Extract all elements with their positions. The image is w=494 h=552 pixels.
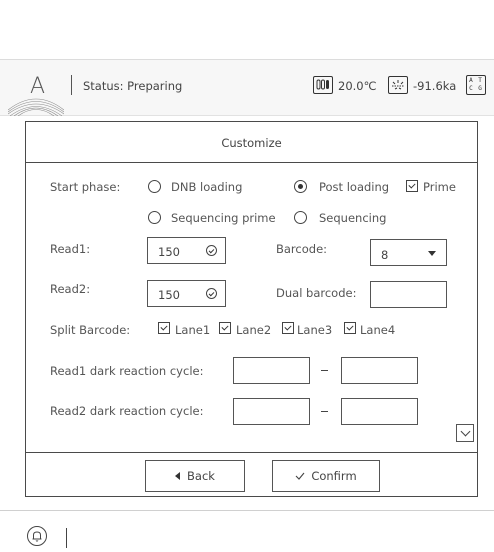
start-phase-label: Start phase: <box>50 180 121 194</box>
radio-sequencing-prime[interactable] <box>148 211 161 224</box>
barcode-value: 8 <box>381 248 389 262</box>
panel-title: Customize <box>221 136 282 150</box>
panel-footer-divider <box>26 452 477 453</box>
radio-sequencing-prime-label: Sequencing prime <box>171 211 276 225</box>
split-barcode-label: Split Barcode: <box>50 323 131 337</box>
radio-dnb-loading-label: DNB loading <box>171 180 243 194</box>
check-circle-icon <box>206 288 217 299</box>
barcode-label: Barcode: <box>276 242 328 256</box>
bottom-bar <box>0 510 494 552</box>
confirm-button[interactable]: Confirm <box>272 460 380 492</box>
read1-dark-label: Read1 dark reaction cycle: <box>50 364 204 378</box>
lane2-checkbox[interactable] <box>219 322 231 334</box>
read1-value: 150 <box>158 245 180 259</box>
lane4-checkbox[interactable] <box>344 322 356 334</box>
back-button-label: Back <box>187 469 215 483</box>
temperature-value: 20.0℃ <box>338 79 377 93</box>
range-dash <box>321 370 328 371</box>
read2-dark-label: Read2 dark reaction cycle: <box>50 404 204 418</box>
radio-dnb-loading[interactable] <box>148 180 161 193</box>
atcg-icon: A T C G <box>466 75 486 95</box>
lane3-label: Lane3 <box>297 323 333 337</box>
read2-value: 150 <box>158 288 180 302</box>
lane4-label: Lane4 <box>360 323 396 337</box>
read2-dark-from-input[interactable] <box>233 398 310 425</box>
prime-checkbox-label: Prime <box>423 180 456 194</box>
lane2-label: Lane2 <box>236 323 272 337</box>
header-divider <box>71 75 72 95</box>
radio-sequencing[interactable] <box>294 211 307 224</box>
pressure-icon <box>388 76 408 94</box>
read1-dark-to-input[interactable] <box>341 357 418 384</box>
radio-post-loading-label: Post loading <box>319 180 390 194</box>
top-bar <box>0 0 494 60</box>
logo-icon: A <box>8 60 64 116</box>
atcg-bottom: C G <box>469 85 483 92</box>
read2-label: Read2: <box>50 282 91 296</box>
read2-input[interactable]: 150 <box>147 280 226 307</box>
dual-barcode-input[interactable] <box>370 281 447 308</box>
dual-barcode-label: Dual barcode: <box>276 286 357 300</box>
read1-input[interactable]: 150 <box>147 237 226 264</box>
lane1-label: Lane1 <box>175 323 211 337</box>
range-dash <box>321 411 328 412</box>
confirm-button-label: Confirm <box>311 469 357 483</box>
radio-sequencing-label: Sequencing <box>319 211 387 225</box>
thermometer-icon <box>313 76 333 94</box>
prime-checkbox[interactable] <box>406 180 418 192</box>
read1-label: Read1: <box>50 242 91 256</box>
radio-post-loading[interactable] <box>294 180 307 193</box>
panel-title-bar: Customize <box>26 122 477 163</box>
customize-panel: Customize Start phase: DNB loading Post … <box>25 121 478 497</box>
atcg-top: A T <box>469 77 483 84</box>
lane3-checkbox[interactable] <box>282 322 294 334</box>
svg-text:A: A <box>30 74 45 99</box>
back-button[interactable]: Back <box>145 460 245 492</box>
barcode-select[interactable]: 8 <box>370 239 447 266</box>
back-triangle-icon <box>175 472 181 480</box>
bottom-divider <box>66 528 67 548</box>
scroll-down-button[interactable] <box>456 424 474 442</box>
lane1-checkbox[interactable] <box>158 322 170 334</box>
read2-dark-to-input[interactable] <box>341 398 418 425</box>
check-circle-icon <box>206 245 217 256</box>
bell-icon[interactable] <box>27 526 47 546</box>
checkmark-icon <box>295 472 305 480</box>
status-text: Status: Preparing <box>83 79 183 93</box>
pressure-value: -91.6ka <box>413 79 457 93</box>
read1-dark-from-input[interactable] <box>233 357 310 384</box>
dropdown-caret-icon <box>428 251 436 256</box>
